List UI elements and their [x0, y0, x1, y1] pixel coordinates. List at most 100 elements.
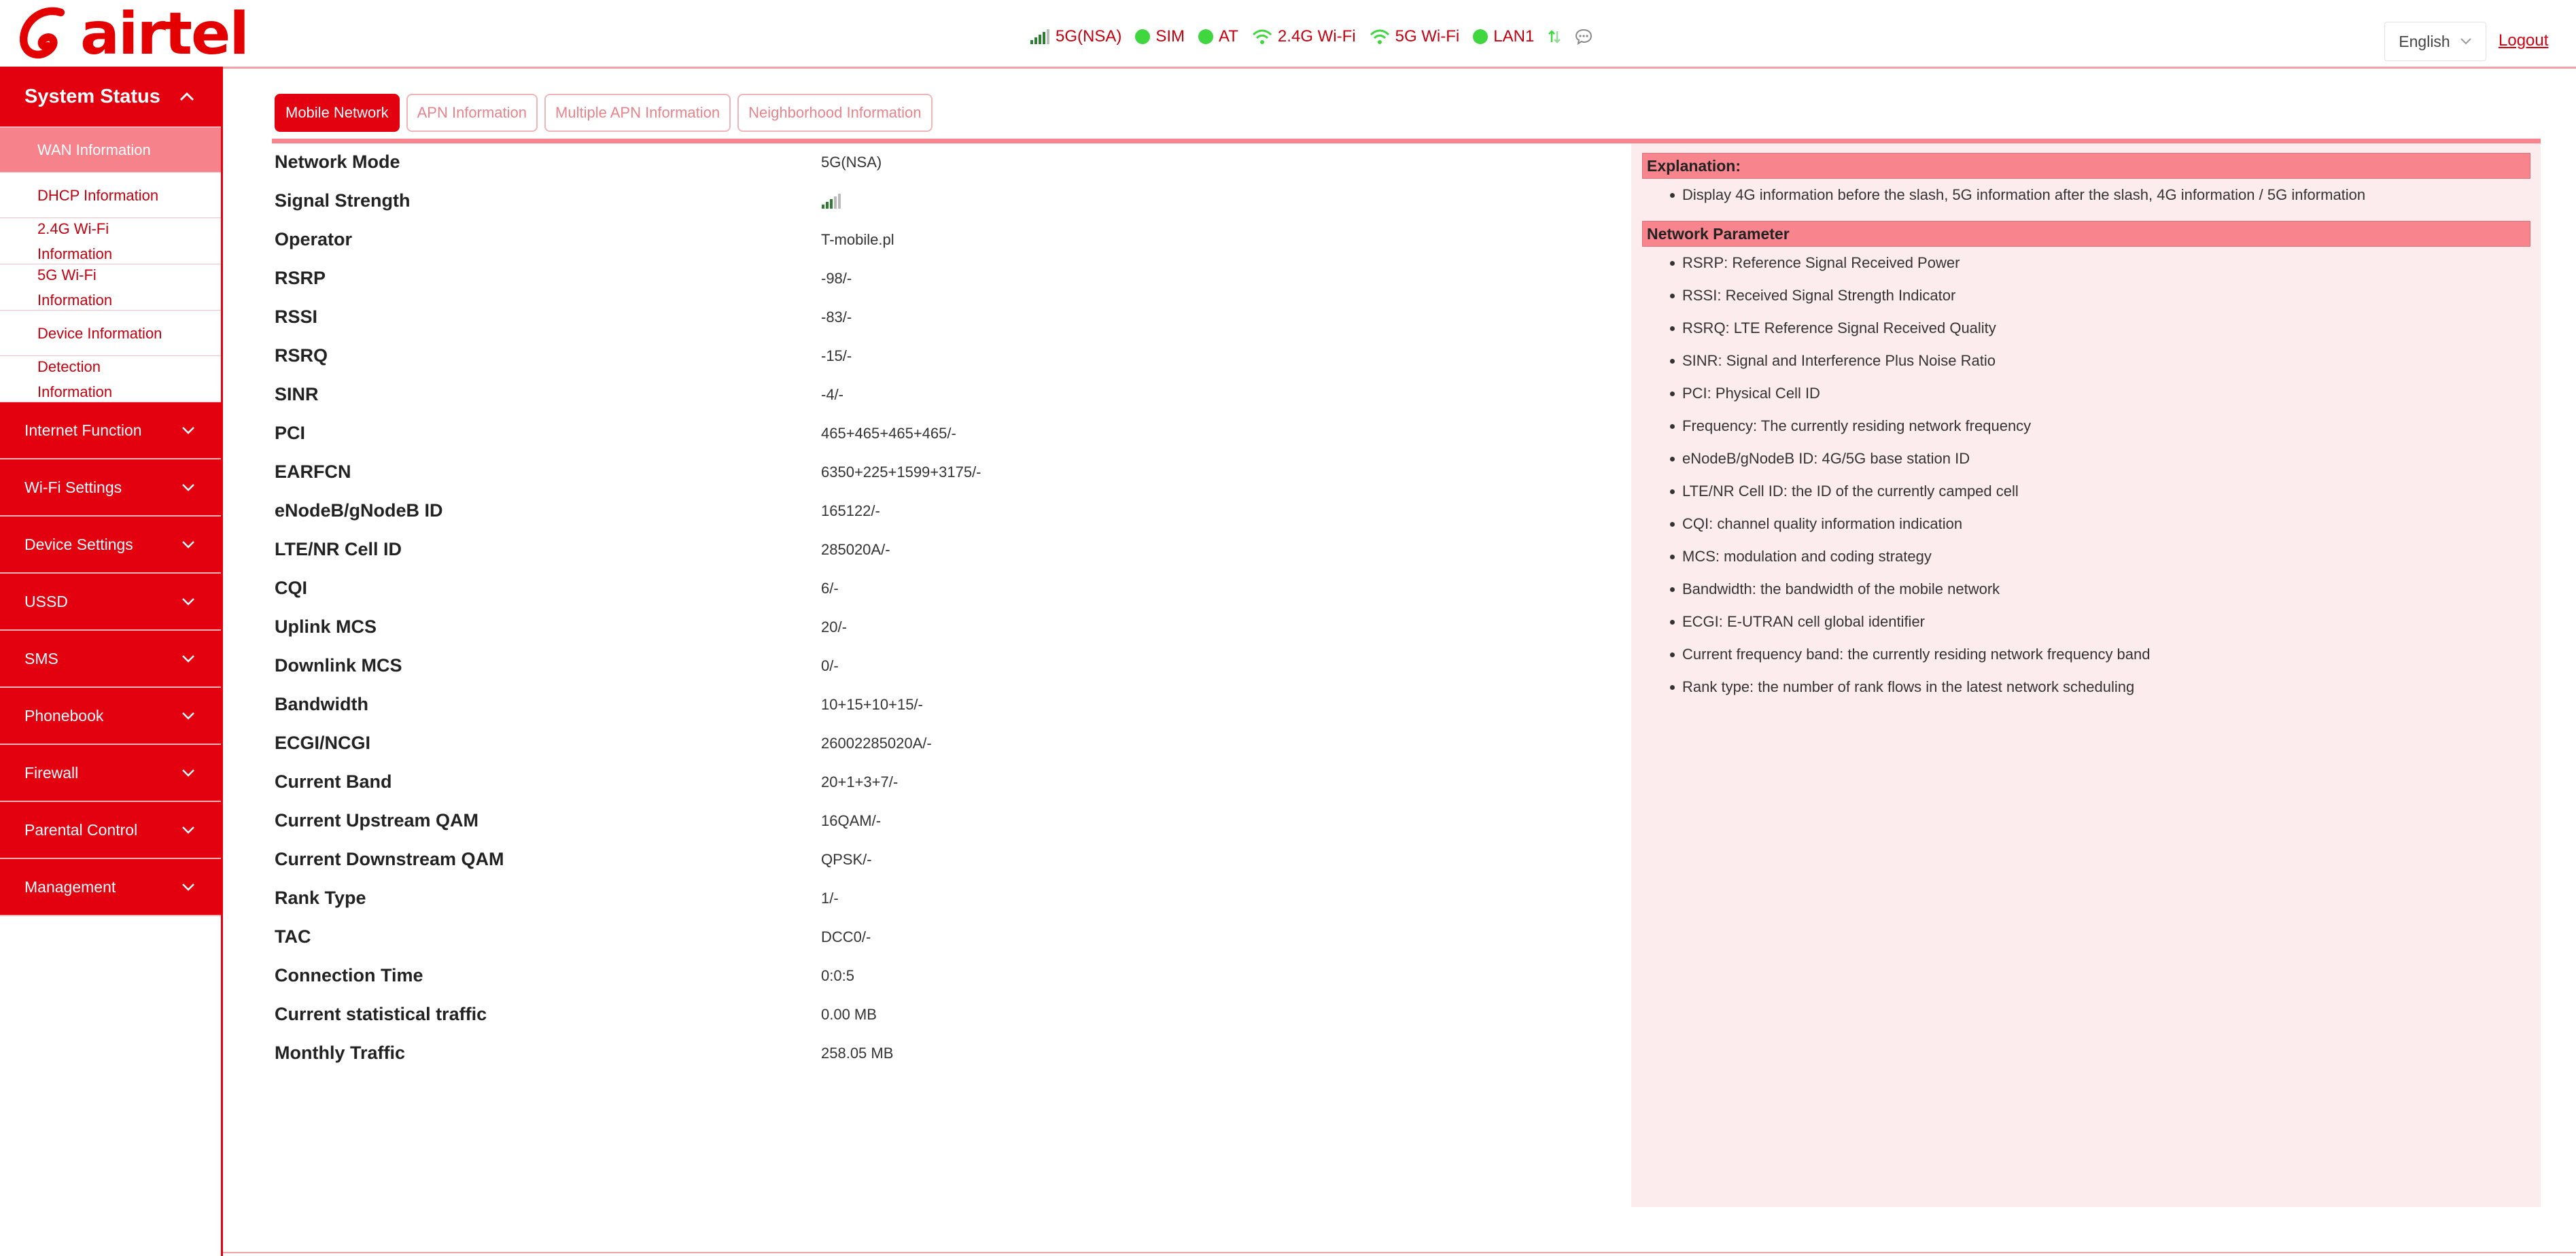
signal-strength-icon: [822, 193, 841, 209]
sidebar-item-label: DHCP Information: [37, 186, 159, 204]
sidebar: System Status WAN Information DHCP Infor…: [0, 67, 223, 1256]
sidebar-item-5g-wifi-information[interactable]: 5G Wi-Fi Information: [0, 264, 221, 311]
info-label: SINR: [275, 384, 319, 404]
info-label: LTE/NR Cell ID: [275, 539, 402, 559]
sidebar-item-wan-information[interactable]: WAN Information: [0, 128, 221, 173]
sim-status-dot-icon: [1135, 29, 1151, 44]
sidebar-item-label: 5G Wi-Fi Information: [37, 266, 113, 309]
sidebar-item-label: 2.4G Wi-Fi Information: [37, 220, 113, 262]
sidebar-item-label: Device Information: [37, 324, 162, 342]
info-value: -83/-: [821, 308, 852, 326]
info-value: 1/-: [821, 889, 839, 907]
explanation-list: Display 4G information before the slash,…: [1631, 179, 2541, 221]
sidebar-section-label: System Status: [24, 85, 160, 107]
wifi24-label: 2.4G Wi-Fi: [1277, 27, 1356, 46]
tab-apn-information[interactable]: APN Information: [406, 94, 538, 132]
tab-neighborhood-information[interactable]: Neighborhood Information: [737, 94, 933, 132]
info-label: Network Mode: [275, 152, 400, 172]
info-label: Current Upstream QAM: [275, 810, 479, 831]
sidebar-section-firewall[interactable]: Firewall: [0, 745, 221, 802]
wifi24-status: 2.4G Wi-Fi: [1252, 27, 1356, 46]
sidebar-section-system-status[interactable]: System Status: [0, 67, 221, 128]
sidebar-item-detection-information[interactable]: Detection Information: [0, 356, 221, 402]
info-row-enodeb-id: eNodeB/gNodeB ID 165122/-: [275, 491, 1634, 530]
info-row-downlink-mcs: Downlink MCS 0/-: [275, 646, 1634, 685]
explanation-panel: Explanation: Display 4G information befo…: [1631, 143, 2541, 1207]
parameter-item: eNodeB/gNodeB ID: 4G/5G base station ID: [1631, 442, 2541, 475]
network-mode-label: 5G(NSA): [1056, 27, 1122, 46]
info-row-earfcn: EARFCN 6350+225+1599+3175/-: [275, 453, 1634, 491]
sidebar-section-label: Internet Function: [24, 421, 142, 439]
message-icon[interactable]: [1575, 29, 1592, 45]
info-label: PCI: [275, 423, 306, 443]
lan-status-dot-icon: [1473, 29, 1489, 44]
parameter-item: RSRQ: LTE Reference Signal Received Qual…: [1631, 312, 2541, 345]
explanation-heading: Explanation:: [1642, 153, 2530, 179]
data-transfer-icon: [1548, 30, 1561, 43]
info-value: -4/-: [821, 385, 843, 403]
info-label: Signal Strength: [275, 190, 411, 211]
at-status-dot-icon: [1198, 29, 1214, 44]
sidebar-section-ussd[interactable]: USSD: [0, 574, 221, 631]
wifi5-status: 5G Wi-Fi: [1370, 27, 1460, 46]
info-row-signal-strength: Signal Strength: [275, 181, 1634, 220]
sidebar-item-dhcp-information[interactable]: DHCP Information: [0, 173, 221, 218]
info-label: ECGI/NCGI: [275, 733, 371, 753]
sidebar-section-sms[interactable]: SMS: [0, 631, 221, 688]
sidebar-section-label: SMS: [24, 649, 58, 667]
sidebar-section-label: Firewall: [24, 763, 79, 782]
sidebar-item-24g-wifi-information[interactable]: 2.4G Wi-Fi Information: [0, 218, 221, 264]
sidebar-section-management[interactable]: Management: [0, 859, 221, 916]
lan-label: LAN1: [1493, 27, 1535, 46]
info-value: 5G(NSA): [821, 153, 882, 171]
sim-status: SIM: [1135, 27, 1185, 46]
info-value: 0.00 MB: [821, 1005, 877, 1023]
info-row-monthly-traffic: Monthly Traffic 258.05 MB: [275, 1034, 1634, 1072]
sidebar-section-device-settings[interactable]: Device Settings: [0, 517, 221, 574]
footer-divider: [223, 1252, 2576, 1253]
info-row-cell-id: LTE/NR Cell ID 285020A/-: [275, 530, 1634, 569]
info-row-pci: PCI 465+465+465+465/-: [275, 414, 1634, 453]
network-parameter-list: RSRP: Reference Signal Received Power RS…: [1631, 247, 2541, 703]
sidebar-section-phonebook[interactable]: Phonebook: [0, 688, 221, 745]
parameter-item: LTE/NR Cell ID: the ID of the currently …: [1631, 475, 2541, 508]
info-label: eNodeB/gNodeB ID: [275, 500, 443, 521]
chevron-down-icon: [2460, 38, 2471, 45]
info-row-rsrq: RSRQ -15/-: [275, 336, 1634, 375]
info-label: Current Band: [275, 771, 392, 792]
chevron-down-icon: [182, 655, 194, 663]
info-row-uplink-mcs: Uplink MCS 20/-: [275, 608, 1634, 646]
info-row-rssi: RSSI -83/-: [275, 298, 1634, 336]
info-row-cqi: CQI 6/-: [275, 569, 1634, 608]
info-row-current-band: Current Band 20+1+3+7/-: [275, 763, 1634, 801]
info-label: Current statistical traffic: [275, 1004, 487, 1024]
parameter-item: Rank type: the number of rank flows in t…: [1631, 671, 2541, 703]
language-value: English: [2399, 32, 2450, 50]
info-label: Downlink MCS: [275, 655, 402, 676]
info-value: 20+1+3+7/-: [821, 773, 899, 790]
sidebar-item-device-information[interactable]: Device Information: [0, 311, 221, 356]
wifi5-label: 5G Wi-Fi: [1395, 27, 1460, 46]
logout-link[interactable]: Logout: [2499, 31, 2548, 50]
info-label: Uplink MCS: [275, 616, 377, 637]
parameter-item: Frequency: The currently residing networ…: [1631, 410, 2541, 442]
info-value: -15/-: [821, 347, 852, 364]
tab-multiple-apn-information[interactable]: Multiple APN Information: [544, 94, 731, 132]
sidebar-section-parental-control[interactable]: Parental Control: [0, 802, 221, 859]
chevron-down-icon: [182, 484, 194, 491]
info-value: 6350+225+1599+3175/-: [821, 463, 981, 481]
info-label: Operator: [275, 229, 353, 249]
sidebar-section-wifi-settings[interactable]: Wi-Fi Settings: [0, 459, 221, 517]
language-select[interactable]: English: [2384, 22, 2486, 61]
sidebar-section-internet-function[interactable]: Internet Function: [0, 402, 221, 459]
info-value: 165122/-: [821, 502, 880, 519]
sidebar-section-label: Parental Control: [24, 820, 138, 839]
top-header: airtel 5G(NSA) SIM AT 2.4G Wi-Fi 5G Wi-F…: [0, 0, 2576, 69]
info-label: TAC: [275, 926, 311, 947]
info-value: -98/-: [821, 269, 852, 287]
airtel-logo[interactable]: airtel: [18, 1, 249, 67]
info-row-downstream-qam: Current Downstream QAM QPSK/-: [275, 840, 1634, 879]
tab-mobile-network[interactable]: Mobile Network: [275, 94, 400, 132]
wifi-icon: [1370, 29, 1389, 44]
info-label: CQI: [275, 578, 308, 598]
